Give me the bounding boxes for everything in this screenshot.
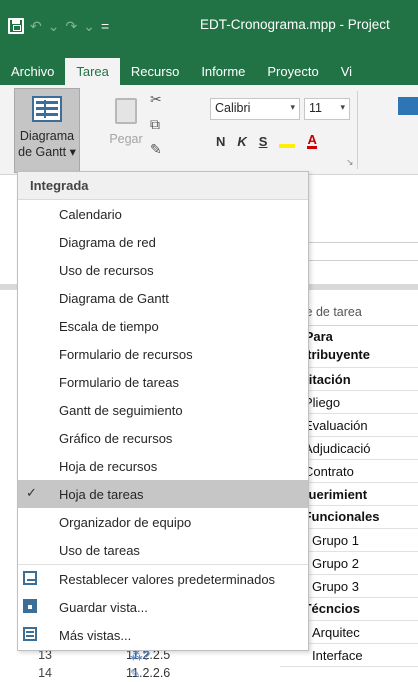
menu-item-hoja-de-tareas[interactable]: ✓ Hoja de tareas <box>18 480 308 508</box>
gantt-chart-button[interactable]: Diagrama de Gantt ▾ <box>14 88 80 173</box>
gantt-views-dropdown: Integrada Calendario Diagrama de red Uso… <box>17 171 309 651</box>
menu-item-guardar-vista[interactable]: Guardar vista... <box>18 593 308 621</box>
customize-qat-icon[interactable]: = <box>101 15 109 37</box>
menu-item-restablecer[interactable]: Restablecer valores predeterminados <box>18 565 308 593</box>
font-size-select[interactable]: 11 ▾ <box>304 98 350 120</box>
paste-label: Pegar <box>109 132 143 146</box>
ribbon: Diagrama de Gantt ▾ Pegar ✂ ⧉ ✎ Calibri … <box>0 85 418 175</box>
tab-proyecto[interactable]: Proyecto <box>256 58 329 85</box>
font-name-value: Calibri <box>215 101 251 115</box>
tab-recurso[interactable]: Recurso <box>120 58 190 85</box>
font-dialog-launcher-icon[interactable]: ↘ <box>346 157 354 168</box>
menu-item-label: Restablecer valores predeterminados <box>59 571 276 587</box>
menu-item-uso-de-recursos[interactable]: Uso de recursos <box>18 256 308 284</box>
redo-icon[interactable]: ↷ <box>65 15 77 37</box>
menu-item-formulario-de-tareas[interactable]: Formulario de tareas <box>18 368 308 396</box>
gantt-chart-icon <box>32 96 62 122</box>
menu-item-organizador-de-equipo[interactable]: Organizador de equipo <box>18 508 308 536</box>
reset-view-icon <box>23 571 37 585</box>
undo-icon[interactable]: ↶ <box>30 15 42 37</box>
menu-item-escala-de-tiempo[interactable]: Escala de tiempo <box>18 312 308 340</box>
more-views-icon <box>23 627 37 641</box>
font-format-row: N K S A <box>216 133 317 149</box>
chevron-down-icon: ▾ <box>290 102 295 112</box>
menu-item-diagrama-de-red[interactable]: Diagrama de red <box>18 228 308 256</box>
highlight-color-icon[interactable] <box>279 134 296 148</box>
gantt-button-label-1: Diagrama <box>19 129 75 143</box>
menu-item-label: Más vistas... <box>59 627 132 643</box>
menu-item-calendario[interactable]: Calendario <box>18 200 308 228</box>
gantt-button-label-2: de Gantt ▾ <box>18 145 76 159</box>
menu-item-mas-vistas[interactable]: Más vistas... <box>18 621 308 649</box>
underline-button[interactable]: S <box>259 134 268 149</box>
quick-access-toolbar: ↶ ⌄ ↷ ⌄ = <box>8 14 109 38</box>
wbs-cell: 11.2.2.6 <box>126 666 171 680</box>
menu-item-uso-de-tareas[interactable]: Uso de tareas <box>18 536 308 564</box>
clipboard-tools: ✂ ⧉ ✎ <box>150 91 190 158</box>
tab-informe[interactable]: Informe <box>190 58 256 85</box>
chevron-down-icon: ▾ <box>340 102 345 112</box>
clipboard-icon <box>115 98 137 124</box>
italic-button[interactable]: K <box>237 134 246 149</box>
title-bar: ↶ ⌄ ↷ ⌄ = EDT-Cronograma.mpp - Project <box>0 0 418 58</box>
row-number: 14 <box>38 666 52 680</box>
format-painter-icon[interactable]: ✎ <box>150 141 190 158</box>
menu-item-hoja-de-recursos[interactable]: Hoja de recursos <box>18 452 308 480</box>
row-number-strip: 13 11.2.2.5 ⁂? 14 11.2.2.6 ✎ <box>0 646 418 682</box>
schedule-tool-icon[interactable] <box>398 97 418 115</box>
menu-item-label: Hoja de tareas <box>59 486 144 502</box>
menu-item-gantt-de-seguimiento[interactable]: Gantt de seguimiento <box>18 396 308 424</box>
task-indicator-icon: ✎ <box>130 666 141 681</box>
save-icon[interactable] <box>8 15 24 37</box>
menu-item-grafico-de-recursos[interactable]: Gráfico de recursos <box>18 424 308 452</box>
menu-section-header: Integrada <box>18 172 308 200</box>
window-title: EDT-Cronograma.mpp - Project <box>200 17 390 32</box>
table-row[interactable]: 14 11.2.2.6 ✎ <box>0 664 418 682</box>
undo-dropdown-icon[interactable]: ⌄ <box>48 15 60 37</box>
font-color-button[interactable]: A <box>307 133 317 149</box>
tab-vista[interactable]: Vi <box>330 58 363 85</box>
save-view-icon <box>23 599 37 613</box>
cut-icon[interactable]: ✂ <box>150 91 190 108</box>
paste-button[interactable]: Pegar <box>104 88 148 173</box>
menu-item-label: Guardar vista... <box>59 599 148 615</box>
menu-item-formulario-de-recursos[interactable]: Formulario de recursos <box>18 340 308 368</box>
bold-button[interactable]: N <box>216 134 225 149</box>
tab-tarea[interactable]: Tarea <box>65 58 120 85</box>
font-name-select[interactable]: Calibri ▾ <box>210 98 300 120</box>
font-size-value: 11 <box>309 101 322 115</box>
ribbon-divider <box>357 91 358 169</box>
checkmark-icon: ✓ <box>26 485 37 500</box>
redo-dropdown-icon[interactable]: ⌄ <box>83 15 95 37</box>
ribbon-tabs: Archivo Tarea Recurso Informe Proyecto V… <box>0 58 418 85</box>
menu-item-diagrama-de-gantt[interactable]: Diagrama de Gantt <box>18 284 308 312</box>
copy-icon[interactable]: ⧉ <box>150 116 190 133</box>
tab-archivo[interactable]: Archivo <box>0 58 65 85</box>
